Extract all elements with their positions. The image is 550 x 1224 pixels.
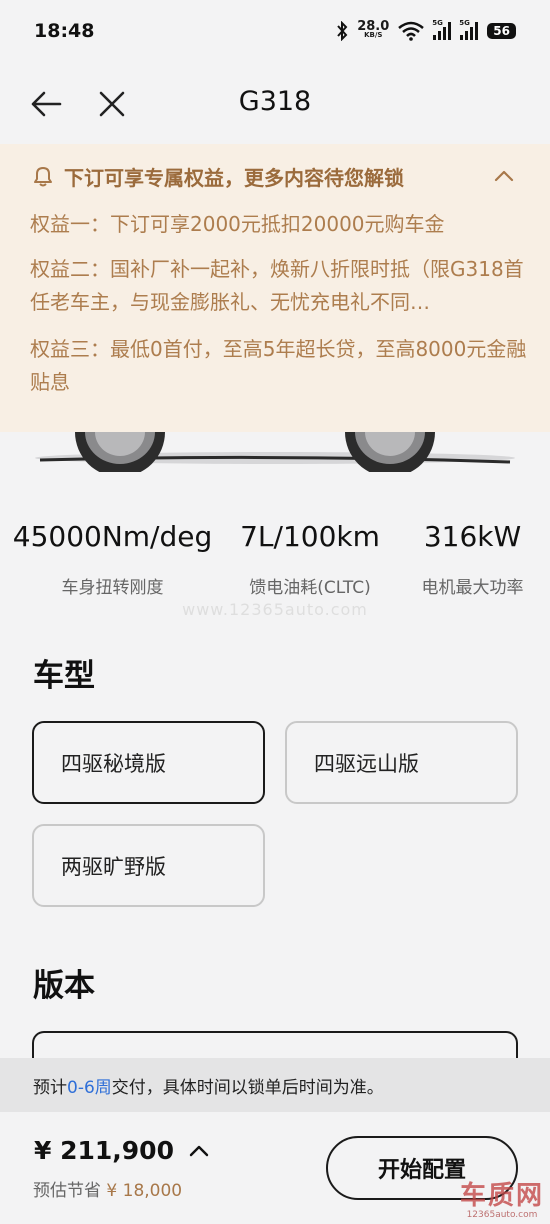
benefits-panel: 下订可享专属权益，更多内容待您解锁 权益一：下订可享2000元抵扣20000元购… <box>0 144 550 432</box>
site-logo-url: 12365auto.com <box>466 1210 538 1220</box>
header: G318 <box>0 62 550 144</box>
spec-label: 车身扭转刚度 <box>61 578 164 598</box>
benefits-header[interactable]: 下订可享专属权益，更多内容待您解锁 <box>30 158 530 194</box>
bluetooth-icon <box>337 21 348 41</box>
benefits-title: 下订可享专属权益，更多内容待您解锁 <box>64 165 404 190</box>
cellular-tag-2: 5G <box>459 19 470 27</box>
price-toggle[interactable]: ¥ 211,900 <box>34 1136 210 1165</box>
notice-prefix: 预计 <box>33 1077 67 1098</box>
spec-value: 316kW <box>423 520 522 553</box>
model-option-2[interactable]: 四驱远山版 <box>285 721 518 804</box>
network-speed: 28.0 KB/S <box>357 19 390 40</box>
car-wheels-graphic <box>35 432 515 472</box>
benefit-item-2: 权益二：国补厂补一起补，焕新八折限时抵（限G318首任老车主，与现金膨胀礼、无忧… <box>30 257 524 314</box>
chevron-up-icon <box>189 1145 209 1156</box>
network-speed-unit: KB/S <box>364 31 383 39</box>
saving-amount: ¥ 18,000 <box>106 1181 183 1201</box>
battery-icon: 56 <box>487 23 516 39</box>
bell-icon <box>34 167 52 187</box>
site-logo-text: 车质网 <box>459 1181 544 1211</box>
car-image <box>0 432 550 472</box>
estimated-saving: 预估节省 ¥ 18,000 <box>33 1176 182 1201</box>
chevron-up-icon[interactable] <box>492 164 516 188</box>
cellular-signal-icon-2: 5G <box>459 19 479 40</box>
status-bar: 18:48 28.0 KB/S 5G 5G 56 <box>0 0 550 62</box>
site-logo: 车质网 12365auto.com <box>460 1182 544 1220</box>
wifi-icon <box>398 21 425 41</box>
benefit-item-1: 权益一：下订可享2000元抵扣20000元购车金 <box>30 212 445 236</box>
benefit-item-3: 权益三：最低0首付，至高5年超长贷，至高8000元金融贴息 <box>30 337 527 394</box>
page-title: G318 <box>238 86 312 117</box>
notice-highlight: 0-6周 <box>67 1077 112 1098</box>
model-section-title: 车型 <box>33 658 95 694</box>
saving-label: 预估节省 <box>33 1181 101 1201</box>
model-option-3[interactable]: 两驱旷野版 <box>32 824 265 907</box>
status-icons: 28.0 KB/S 5G 5G 56 <box>336 19 516 41</box>
cellular-tag: 5G <box>432 19 443 27</box>
spec-label: 馈电油耗(CLTC) <box>249 578 371 598</box>
notice-suffix: 交付，具体时间以锁单后时间为准。 <box>111 1077 384 1098</box>
spec-value: 7L/100km <box>240 520 380 553</box>
cellular-signal-icon: 5G <box>432 19 452 40</box>
spec-row: 45000Nm/deg 车身扭转刚度 7L/100km 馈电油耗(CLTC) 3… <box>0 515 550 598</box>
watermark: www.12365auto.com <box>182 600 368 619</box>
spec-label: 电机最大功率 <box>421 578 524 598</box>
price-value: ¥ 211,900 <box>34 1136 174 1165</box>
model-option-1[interactable]: 四驱秘境版 <box>32 721 265 804</box>
spec-value: 45000Nm/deg <box>12 520 213 553</box>
spec-torsional-stiffness: 45000Nm/deg 车身扭转刚度 <box>0 515 225 598</box>
status-time: 18:48 <box>34 20 95 42</box>
spec-fuel-consumption: 7L/100km 馈电油耗(CLTC) <box>225 515 395 598</box>
network-speed-value: 28.0 <box>357 19 390 34</box>
bottom-bar: ¥ 211,900 预估节省 ¥ 18,000 开始配置 车质网 12365au… <box>0 1112 550 1224</box>
spec-motor-power: 316kW 电机最大功率 <box>395 515 550 598</box>
version-section-title: 版本 <box>33 968 95 1004</box>
delivery-notice: 预计 0-6周 交付，具体时间以锁单后时间为准。 <box>0 1058 550 1112</box>
